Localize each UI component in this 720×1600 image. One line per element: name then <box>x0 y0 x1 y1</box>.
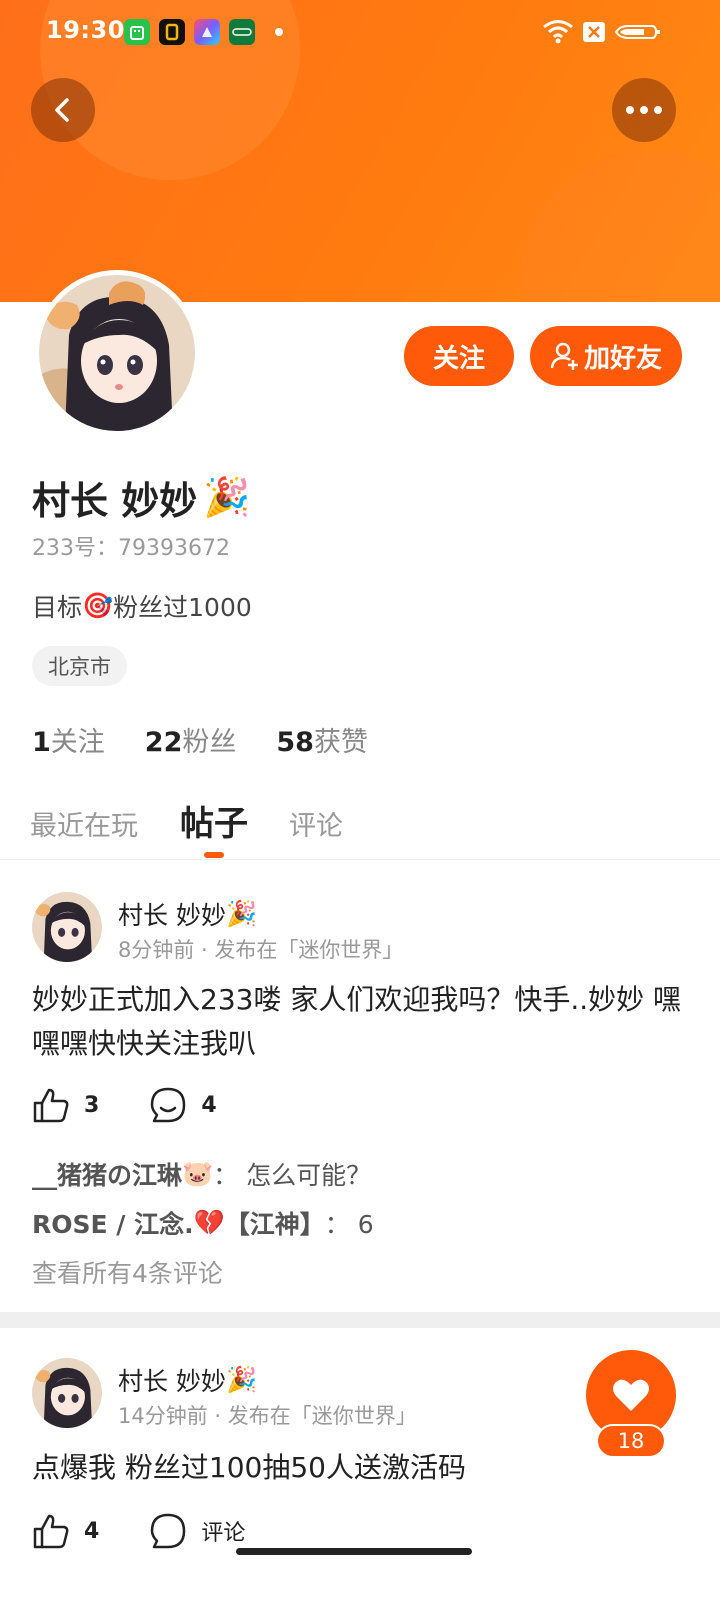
post-author-name[interactable]: 村长 妙妙 🎉 <box>118 896 257 932</box>
post-text[interactable]: 点爆我 粉丝过100抽50人送激活码 <box>32 1446 692 1490</box>
like-count: 4 <box>84 1518 100 1544</box>
sim-blocked-icon <box>583 22 605 42</box>
comment-text: ： 怎么可能？ <box>213 1161 372 1190</box>
stat-following[interactable]: 1关注 <box>32 720 105 759</box>
thumbs-up-icon <box>33 1514 69 1549</box>
tab-comments[interactable]: 评论 <box>289 804 343 843</box>
profile-name: 村长 妙妙 🎉 <box>32 470 251 525</box>
post-meta: 8分钟前 · 发布在「迷你世界」 <box>118 938 404 962</box>
bio-prefix: 目标 <box>32 593 83 622</box>
post-separator <box>0 1312 720 1328</box>
like-button[interactable]: 4 <box>32 1512 99 1550</box>
comment-user: ROSE / 江念. <box>32 1210 194 1239</box>
stat-label: 获赞 <box>313 727 368 758</box>
comment-count: 4 <box>201 1092 217 1118</box>
chevron-left-icon <box>55 98 69 122</box>
wifi-icon <box>543 20 573 44</box>
more-button[interactable] <box>612 78 676 142</box>
follow-label: 关注 <box>432 343 485 374</box>
profile-page: 19:30 关注 加好友 村长 妙妙 🎉 233号：79393672 目标 🎯 … <box>0 0 720 1600</box>
bio-suffix: 粉丝过1000 <box>113 593 252 622</box>
home-indicator[interactable] <box>236 1548 472 1555</box>
comment-user: __猪猪の江琳 <box>32 1161 183 1190</box>
post-author-avatar[interactable] <box>32 892 102 962</box>
add-user-icon <box>550 342 578 370</box>
target-emoji: 🎯 <box>82 591 114 620</box>
floating-like-count: 18 <box>596 1424 666 1458</box>
comment-button[interactable]: 4 <box>149 1086 217 1124</box>
broken-heart-emoji: 💔 <box>193 1208 225 1237</box>
app-icon-black <box>159 19 185 45</box>
more-dots-icon <box>626 106 662 114</box>
comment-text: ： 6 <box>324 1210 374 1239</box>
post-author-name[interactable]: 村长 妙妙 🎉 <box>118 1362 257 1398</box>
app-icon-dark-green <box>229 19 255 45</box>
comment-label: 评论 <box>201 1521 246 1546</box>
tab-recent-play[interactable]: 最近在玩 <box>30 804 138 843</box>
profile-name-text: 村长 妙妙 <box>32 479 198 523</box>
status-time: 19:30 <box>46 16 125 44</box>
stat-label: 关注 <box>50 727 105 758</box>
stat-followers[interactable]: 22粉丝 <box>145 720 237 759</box>
follow-button[interactable]: 关注 <box>404 326 514 386</box>
app-icon-multicolor <box>194 19 220 45</box>
app-icon-green <box>124 19 150 45</box>
see-all-comments-link[interactable]: 查看所有4条评论 <box>32 1254 223 1290</box>
thumbs-up-icon <box>33 1088 69 1123</box>
comment-icon <box>151 1087 186 1123</box>
tab-posts[interactable]: 帖子 <box>180 796 248 845</box>
stat-value: 1 <box>32 727 51 758</box>
comment-icon <box>151 1513 186 1549</box>
post-author-text: 村长 妙妙 <box>118 1367 226 1396</box>
status-bar: 19:30 <box>0 0 720 64</box>
comment-button[interactable]: 评论 <box>149 1512 245 1550</box>
post-actions: 3 4 <box>32 1086 217 1124</box>
add-friend-button[interactable]: 加好友 <box>530 326 682 386</box>
heart-icon <box>613 1379 649 1411</box>
party-emoji: 🎉 <box>225 1365 258 1394</box>
post-card[interactable]: 村长 妙妙 🎉 8分钟前 · 发布在「迷你世界」 妙妙正式加入233喽 家人们欢… <box>0 860 720 1312</box>
location-tag: 北京市 <box>32 646 127 686</box>
like-button[interactable]: 3 <box>32 1086 99 1124</box>
comment-preview[interactable]: __猪猪の江琳 🐷 ： 怎么可能？ <box>32 1156 371 1192</box>
notification-dot <box>275 28 283 36</box>
post-author-avatar[interactable] <box>32 1358 102 1428</box>
profile-stats: 1关注 22粉丝 58获赞 <box>32 720 368 759</box>
stat-value: 58 <box>276 727 314 758</box>
user-id: 233号：79393672 <box>32 536 230 561</box>
battery-icon <box>614 25 660 39</box>
party-emoji: 🎉 <box>203 475 251 519</box>
post-actions: 4 评论 <box>32 1512 245 1550</box>
profile-avatar[interactable] <box>34 270 200 436</box>
comment-user-suffix: 【江神】 <box>224 1210 325 1239</box>
comment-preview[interactable]: ROSE / 江念. 💔 【江神】 ： 6 <box>32 1205 374 1241</box>
post-meta: 14分钟前 · 发布在「迷你世界」 <box>118 1404 417 1428</box>
add-friend-label: 加好友 <box>583 343 662 374</box>
post-author-text: 村长 妙妙 <box>118 901 226 930</box>
like-count: 3 <box>84 1092 100 1118</box>
profile-tabs: 最近在玩 帖子 评论 <box>0 790 720 860</box>
party-emoji: 🎉 <box>225 899 258 928</box>
pig-emoji: 🐷 <box>182 1159 214 1188</box>
profile-bio: 目标 🎯 粉丝过1000 <box>32 588 252 624</box>
stat-value: 22 <box>144 727 183 758</box>
stat-label: 粉丝 <box>182 727 237 758</box>
active-tab-indicator <box>204 852 224 858</box>
post-text[interactable]: 妙妙正式加入233喽 家人们欢迎我吗？快手..妙妙 嘿嘿嘿快快关注我叭 <box>32 978 692 1066</box>
back-button[interactable] <box>31 78 95 142</box>
stat-likes[interactable]: 58获赞 <box>276 720 368 759</box>
